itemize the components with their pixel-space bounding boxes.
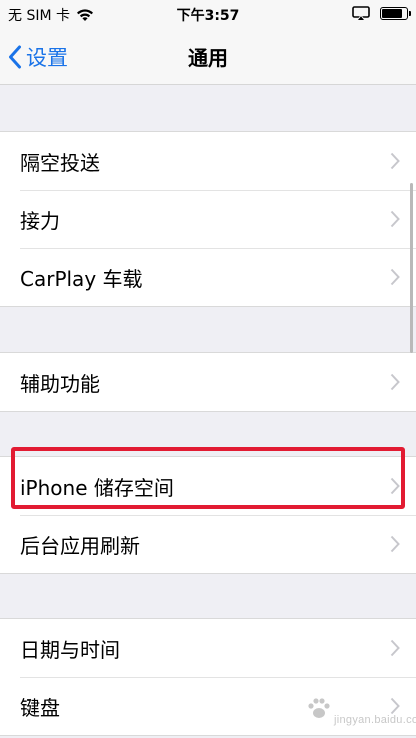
highlight-box	[11, 447, 405, 509]
status-bar: 无 SIM 卡 下午3:57	[0, 0, 416, 30]
settings-item-carplay[interactable]: CarPlay 车载	[0, 248, 416, 306]
settings-item-accessibility[interactable]: 辅助功能	[0, 353, 416, 411]
screen: 无 SIM 卡 下午3:57 设置 通用 隔空投送 接力 CarPlay 车载 …	[0, 0, 416, 738]
chevron-right-icon	[390, 152, 400, 170]
settings-item-airdrop[interactable]: 隔空投送	[0, 132, 416, 190]
chevron-right-icon	[390, 210, 400, 228]
battery-icon	[380, 7, 411, 20]
chevron-right-icon	[390, 268, 400, 286]
watermark-text: jingyan.baidu.com	[334, 714, 416, 726]
scroll-indicator[interactable]	[410, 183, 413, 353]
settings-item-label: 日期与时间	[20, 637, 120, 662]
battery-level	[382, 9, 402, 18]
chevron-right-icon	[390, 639, 400, 657]
page-title: 通用	[188, 46, 228, 70]
settings-group-1: 隔空投送 接力 CarPlay 车载	[0, 131, 416, 307]
airplay-icon	[352, 6, 370, 21]
settings-item-label: 键盘	[20, 695, 60, 720]
settings-item-label: 接力	[20, 208, 60, 233]
paw-logo-icon	[308, 698, 330, 718]
nav-bar: 设置 通用	[0, 30, 416, 85]
settings-item-handoff[interactable]: 接力	[0, 190, 416, 248]
settings-item-label: CarPlay 车载	[20, 266, 143, 291]
settings-item-background-refresh[interactable]: 后台应用刷新	[0, 515, 416, 573]
settings-item-label: 后台应用刷新	[20, 533, 140, 558]
watermark: jingyan.baidu.com	[306, 690, 416, 730]
status-right	[352, 6, 411, 21]
settings-item-date-time[interactable]: 日期与时间	[0, 619, 416, 677]
settings-item-label: 隔空投送	[20, 150, 100, 175]
chevron-right-icon	[390, 373, 400, 391]
settings-item-label: 辅助功能	[20, 371, 100, 396]
chevron-right-icon	[390, 535, 400, 553]
settings-group-2: 辅助功能	[0, 352, 416, 412]
